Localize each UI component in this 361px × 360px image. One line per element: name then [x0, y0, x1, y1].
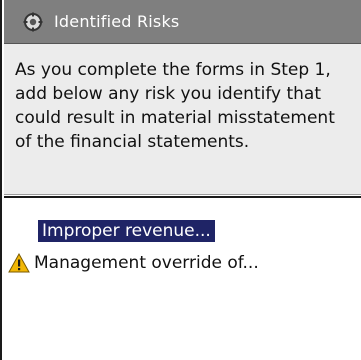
risk-item-improper-revenue[interactable]: Improper revenue...	[4, 218, 215, 244]
panel-titlebar: Identified Risks	[4, 0, 361, 44]
warning-icon	[8, 252, 30, 274]
risk-item-label: Management override of...	[34, 253, 259, 273]
instructions-box: As you complete the forms in Step 1, add…	[4, 44, 361, 195]
identified-risks-panel: Identified Risks As you complete the for…	[0, 0, 361, 360]
gear-icon[interactable]	[18, 7, 48, 37]
risk-item-management-override[interactable]: Management override of...	[4, 250, 263, 276]
risk-item-label: Improper revenue...	[38, 220, 215, 242]
instructions-text: As you complete the forms in Step 1, add…	[15, 60, 335, 152]
panel-title: Identified Risks	[54, 12, 180, 31]
risk-list[interactable]: Improper revenue... Management override …	[4, 196, 361, 360]
